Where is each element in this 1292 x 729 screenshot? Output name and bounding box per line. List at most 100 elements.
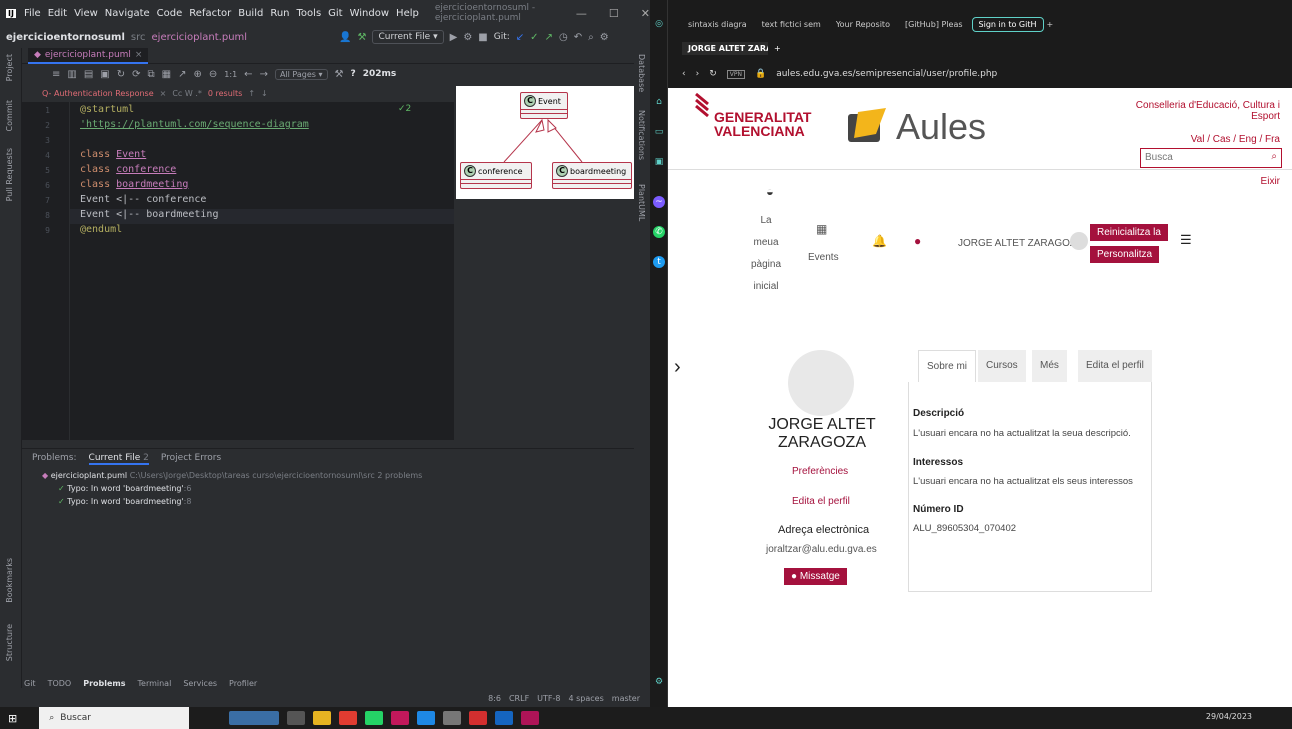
generalitat-logo[interactable]: GENERALITAT VALENCIANA — [714, 110, 811, 138]
zoom-out-icon[interactable]: ⊖ — [209, 69, 217, 80]
drawer-toggle-icon[interactable]: ☰ — [1180, 232, 1192, 248]
stop-icon[interactable]: ■ — [478, 32, 487, 43]
clock-date[interactable]: 29/04/2023 — [1206, 712, 1252, 721]
menu-item[interactable]: Window — [350, 8, 389, 19]
sidebar-settings-icon[interactable]: ⚙ — [653, 676, 665, 688]
windows-start-icon[interactable]: ⊞ — [8, 712, 17, 725]
status-item[interactable]: 8:6 — [488, 694, 501, 703]
notepad-taskbar-icon[interactable] — [495, 711, 514, 725]
tool-tab[interactable]: Terminal — [138, 679, 172, 688]
menu-item[interactable]: Help — [396, 8, 419, 19]
menu-item[interactable]: Navigate — [105, 8, 150, 19]
reset-page-button[interactable]: Reinicialitza la — [1090, 224, 1168, 241]
find-up-icon[interactable]: ↑ — [248, 89, 255, 98]
menu-item[interactable]: Run — [270, 8, 289, 19]
home-link[interactable]: La meua pàgina inicial — [748, 210, 784, 298]
tab-edit-profile[interactable]: Edita el perfil — [1078, 350, 1152, 382]
bell-icon[interactable]: 🔔 — [872, 234, 887, 248]
code-line[interactable]: class conference — [80, 164, 176, 175]
tool-tab[interactable]: Profiler — [229, 679, 257, 688]
message-button[interactable]: ● Missatge — [784, 568, 847, 585]
new-tab-icon[interactable]: + — [774, 44, 781, 53]
chat-icon[interactable]: ▭ — [653, 126, 665, 138]
messenger-icon[interactable]: ~ — [653, 196, 665, 208]
project-tool-label[interactable]: Project — [5, 54, 14, 81]
problem-file-row[interactable]: ◆ ejercicioplant.puml C:\Users\Jorge\Des… — [22, 469, 634, 482]
run-config-select[interactable]: Current File ▾ — [372, 30, 444, 44]
app-taskbar-icon[interactable] — [469, 711, 488, 725]
copy-icon[interactable]: ⧉ — [148, 69, 155, 80]
forward-icon[interactable]: › — [696, 69, 700, 79]
new-tab-icon[interactable]: + — [1047, 20, 1054, 29]
status-item[interactable]: UTF-8 — [537, 694, 560, 703]
code-line[interactable]: class Event — [80, 149, 146, 160]
taskbar-widget[interactable] — [229, 711, 280, 725]
code-line[interactable]: Event <|-- conference — [80, 194, 206, 205]
whatsapp-taskbar-icon[interactable] — [365, 711, 384, 725]
browser-tab[interactable]: text fictici sem — [756, 18, 827, 31]
customize-page-button[interactable]: Personalitza — [1090, 246, 1160, 263]
taskview-icon[interactable] — [287, 711, 306, 725]
problem-item[interactable]: ✓ Typo: In word 'boardmeeting':6 — [22, 482, 634, 495]
database-tool-label[interactable]: Database — [637, 54, 646, 92]
tab-close-icon[interactable]: × — [135, 50, 143, 60]
split-icon[interactable]: ▥ — [67, 69, 76, 80]
workspace-icon[interactable]: ▣ — [653, 156, 665, 168]
hammer-icon[interactable]: ⚒ — [358, 32, 367, 43]
browser-tab[interactable]: sintaxis diagra — [682, 18, 753, 31]
find-down-icon[interactable]: ↓ — [261, 89, 268, 98]
status-item[interactable]: 4 spaces — [569, 694, 604, 703]
close-icon[interactable]: ✕ — [641, 7, 650, 20]
intellij-taskbar-icon[interactable] — [391, 711, 410, 725]
breadcrumb-file[interactable]: ejercicioplant.puml — [152, 32, 248, 43]
site-search-input[interactable]: Busca ⌕ — [1140, 148, 1282, 168]
help-icon[interactable]: ? — [350, 69, 355, 79]
edit-profile-link[interactable]: Edita el perfil — [792, 496, 850, 507]
whatsapp-icon[interactable]: ✆ — [653, 226, 665, 238]
find-options[interactable]: Cc W .* — [172, 89, 202, 98]
app-taskbar-icon[interactable] — [443, 711, 462, 725]
code-line[interactable]: class boardmeeting — [80, 179, 188, 190]
tools-icon[interactable]: ⚒ — [335, 69, 344, 80]
browser-tab-profile[interactable]: JORGE ALTET ZARAGOZA: P — [682, 41, 768, 55]
menu-item[interactable]: Build — [238, 8, 263, 19]
git-push-icon[interactable]: ↗ — [545, 32, 553, 43]
plantuml-tool-label[interactable]: PlantUML — [637, 184, 646, 221]
status-item[interactable]: master — [612, 694, 640, 703]
reload-icon[interactable]: ↻ — [709, 69, 717, 79]
chrome-taskbar-icon[interactable] — [417, 711, 436, 725]
find-close-icon[interactable]: × — [160, 89, 167, 98]
events-link[interactable]: Events — [808, 252, 839, 263]
explorer-icon[interactable] — [313, 711, 332, 725]
tool-tab[interactable]: Services — [183, 679, 217, 688]
git-update-icon[interactable]: ↙ — [516, 32, 524, 43]
browser-tab[interactable]: [GitHub] Pleas — [899, 18, 969, 31]
aules-title[interactable]: Aules — [896, 106, 986, 148]
actual-size-icon[interactable]: 1:1 — [224, 70, 237, 79]
browser-tab[interactable]: Sign in to GitH — [971, 16, 1044, 32]
all-pages-select[interactable]: All Pages ▾ — [274, 68, 328, 80]
pull-requests-tool-label[interactable]: Pull Requests — [5, 148, 14, 201]
git-commit-icon[interactable]: ✓ — [530, 32, 538, 43]
vpn-badge[interactable]: VPN — [726, 69, 745, 79]
back-icon[interactable]: ‹ — [682, 69, 686, 79]
menu-item[interactable]: File — [24, 8, 41, 19]
rollback-icon[interactable]: ↶ — [574, 32, 582, 43]
settings-icon[interactable]: ⚙ — [600, 32, 609, 43]
structure-tool-label[interactable]: Structure — [5, 624, 14, 661]
shopping-icon[interactable]: ⌂ — [653, 96, 665, 108]
inspection-checks[interactable]: ✓2 — [398, 104, 411, 114]
breadcrumb-project[interactable]: ejercicioentornosuml — [6, 32, 125, 43]
menu-item[interactable]: Edit — [48, 8, 67, 19]
tool-tab[interactable]: Problems — [83, 679, 125, 688]
run-icon[interactable]: ▶ — [450, 32, 458, 43]
conselleria-link[interactable]: Conselleria d'Educació, Cultura i Esport — [1120, 100, 1280, 122]
code-line[interactable]: Event <|-- boardmeeting — [80, 209, 218, 220]
app-taskbar-icon[interactable] — [521, 711, 540, 725]
menu-item[interactable]: Refactor — [189, 8, 231, 19]
status-item[interactable]: CRLF — [509, 694, 529, 703]
layout-icon[interactable]: ≡ — [52, 69, 60, 80]
refresh-icon[interactable]: ↻ — [117, 69, 125, 80]
tab-courses[interactable]: Cursos — [978, 350, 1026, 382]
splitter[interactable] — [22, 440, 634, 448]
